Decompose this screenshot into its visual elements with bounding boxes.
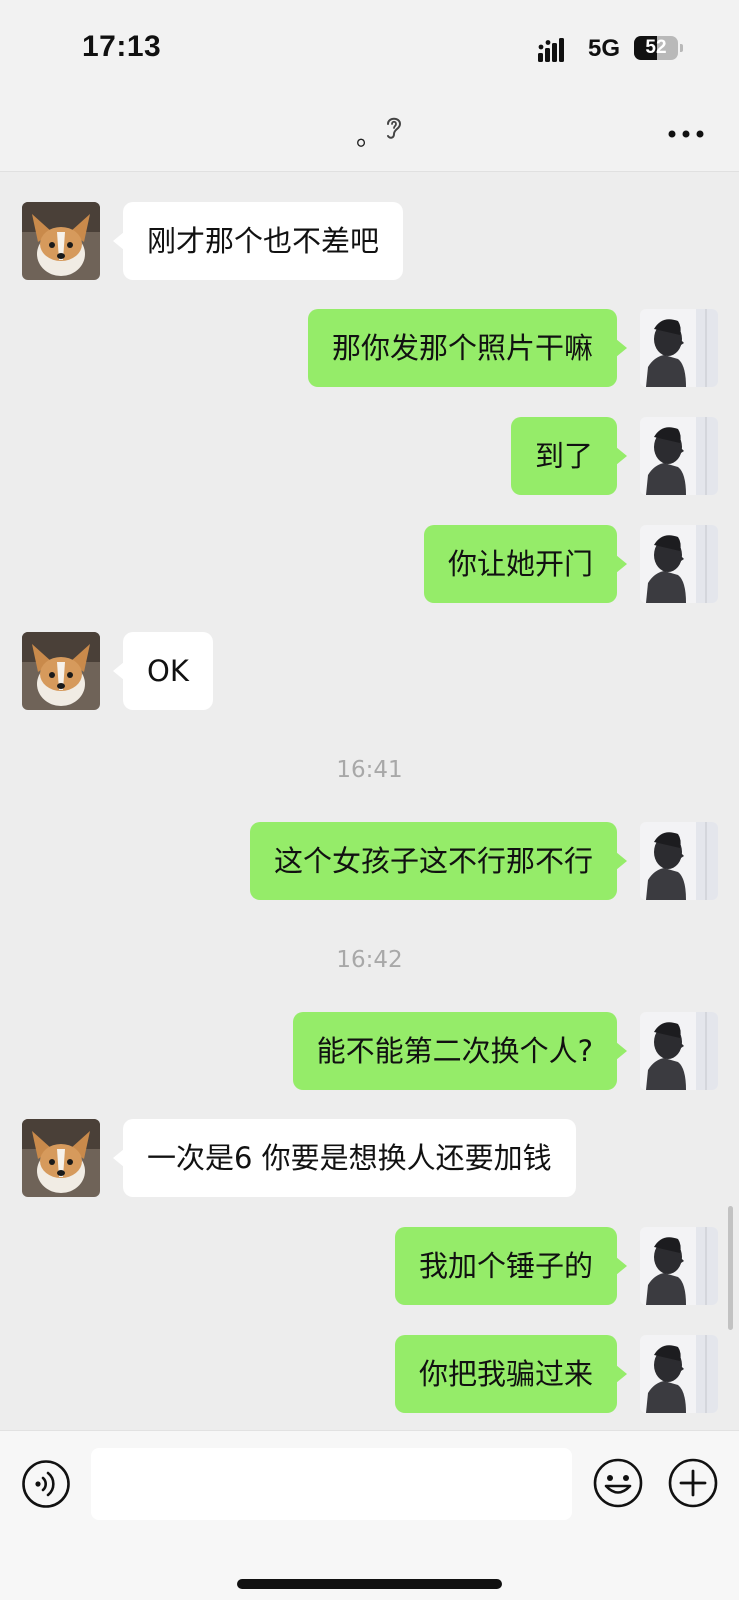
my-avatar[interactable] [640, 525, 718, 603]
outgoing-message[interactable]: 这个女孩子这不行那不行 [249, 822, 628, 900]
incoming-message[interactable]: 刚才那个也不差吧 [112, 202, 404, 280]
contact-avatar[interactable] [22, 202, 100, 280]
message-row: 这个女孩子这不行那不行 [0, 822, 739, 900]
message-row: 你让她开门 [0, 525, 739, 603]
outgoing-message[interactable]: 能不能第二次换个人? [292, 1012, 628, 1090]
emoji-icon[interactable] [592, 1457, 644, 1509]
plus-icon[interactable] [667, 1457, 719, 1509]
contact-avatar[interactable] [22, 1119, 100, 1197]
outgoing-message[interactable]: 那你发那个照片干嘛 [307, 309, 628, 387]
message-row: 能不能第二次换个人? [0, 1012, 739, 1090]
incoming-message[interactable]: OK [113, 632, 213, 710]
my-avatar[interactable] [640, 822, 718, 900]
chat-header: 。 [0, 100, 739, 172]
message-timestamp: 16:42 [336, 947, 403, 973]
outgoing-message[interactable]: 到了 [510, 417, 628, 495]
battery-icon: 52 [634, 36, 678, 60]
message-row: OK [0, 632, 739, 710]
message-row: 刚才那个也不差吧 [0, 202, 739, 280]
scrollbar-thumb[interactable] [728, 1206, 733, 1330]
outgoing-message[interactable]: 我加个锤子的 [394, 1227, 628, 1305]
message-row: 我加个锤子的 [0, 1227, 739, 1305]
battery-level: 52 [645, 37, 667, 58]
my-avatar[interactable] [640, 417, 718, 495]
my-avatar[interactable] [640, 1012, 718, 1090]
my-avatar[interactable] [640, 309, 718, 387]
contact-avatar[interactable] [22, 632, 100, 710]
status-time: 17:13 [82, 30, 162, 63]
voice-icon[interactable] [21, 1459, 71, 1509]
outgoing-message[interactable]: 你让她开门 [423, 525, 628, 603]
message-row: 你把我骗过来 [0, 1335, 739, 1413]
home-indicator[interactable] [237, 1579, 502, 1589]
network-type: 5G [588, 35, 621, 62]
incoming-message[interactable]: 一次是6 你要是想换人还要加钱 [113, 1119, 576, 1197]
message-input[interactable] [91, 1448, 572, 1520]
input-bar [0, 1430, 739, 1600]
message-row: 到了 [0, 417, 739, 495]
message-list[interactable]: 刚才那个也不差吧 那你发那个照片干嘛 到了 你让她开门 OK 16:41 这个女… [0, 172, 739, 1430]
status-bar: 17:13 5G 52 [0, 0, 739, 100]
ear-icon [387, 117, 402, 139]
my-avatar[interactable] [640, 1335, 718, 1413]
message-timestamp: 16:41 [336, 757, 403, 783]
my-avatar[interactable] [640, 1227, 718, 1305]
more-icon[interactable] [666, 128, 706, 140]
chat-title[interactable]: 。 [356, 116, 382, 153]
battery-tip [680, 44, 683, 52]
message-row: 一次是6 你要是想换人还要加钱 [0, 1119, 739, 1197]
outgoing-message[interactable]: 你把我骗过来 [394, 1335, 628, 1413]
message-row: 那你发那个照片干嘛 [0, 309, 739, 387]
signal-icon [538, 38, 564, 62]
